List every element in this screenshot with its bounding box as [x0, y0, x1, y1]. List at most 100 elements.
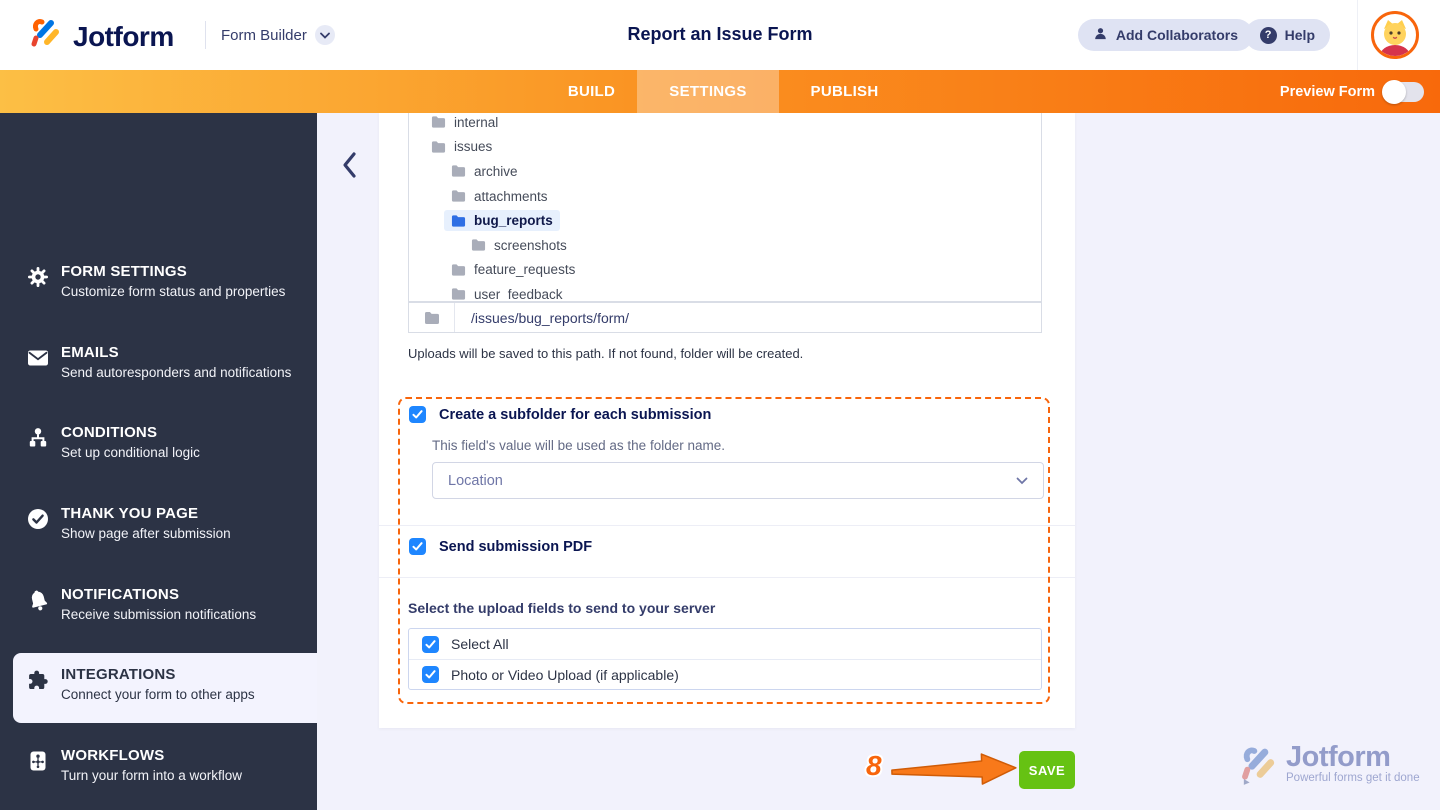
help-label: Help — [1284, 27, 1315, 43]
send-pdf-row: Send submission PDF — [409, 538, 592, 555]
watermark-brand: Jotform — [1286, 741, 1391, 773]
puzzle-icon — [26, 668, 50, 692]
sidebar-item-desc: Turn your form into a workflow — [61, 768, 243, 783]
folder-icon — [451, 263, 466, 277]
sidebar-item-title: WORKFLOWS — [61, 747, 165, 764]
tree-item-label: issues — [454, 139, 493, 155]
tree-item-label: feature_requests — [474, 262, 576, 278]
tree-item-label: archive — [474, 163, 518, 179]
folder-icon — [431, 115, 446, 129]
header-right-divider — [1357, 0, 1358, 70]
sidebar-item-form-settings[interactable]: FORM SETTINGS Customize form status and p… — [0, 250, 317, 320]
add-collaborators-button[interactable]: Add Collaborators — [1077, 19, 1253, 51]
photo-video-upload-row[interactable]: Photo or Video Upload (if applicable) — [409, 659, 1041, 689]
chevron-down-icon — [1016, 472, 1028, 490]
folder-icon — [451, 287, 466, 301]
path-folder-icon — [409, 303, 455, 332]
sidebar-item-title: EMAILS — [61, 344, 119, 361]
select-all-row[interactable]: Select All — [409, 629, 1041, 659]
photo-video-upload-label[interactable]: Photo or Video Upload (if applicable) — [451, 667, 679, 683]
workflow-icon — [26, 749, 50, 773]
person-icon — [1093, 26, 1108, 44]
save-button[interactable]: SAVE — [1019, 751, 1075, 789]
sidebar-item-desc: Customize form status and properties — [61, 284, 286, 299]
sidebar-item-notifications[interactable]: NOTIFICATIONS Receive submission notifica… — [0, 573, 317, 643]
sidebar-item-desc: Show page after submission — [61, 526, 231, 541]
create-subfolder-row: Create a subfolder for each submission — [409, 406, 711, 423]
help-icon: ? — [1259, 26, 1277, 44]
gear-icon — [26, 265, 50, 289]
sidebar-item-desc: Send autoresponders and notifications — [61, 365, 292, 380]
create-subfolder-label[interactable]: Create a subfolder for each submission — [439, 407, 711, 423]
tree-item-label: internal — [454, 114, 499, 130]
tree-item-bug-reports[interactable]: bug_reports — [409, 208, 1041, 233]
subfolder-hint: This field's value will be used as the f… — [432, 438, 725, 453]
sidebar-item-integrations[interactable]: INTEGRATIONS Connect your form to other a… — [13, 653, 317, 723]
upload-fields-list: Select All Photo or Video Upload (if app… — [408, 628, 1042, 690]
collapse-panel-button[interactable] — [340, 150, 364, 182]
preview-form-toggle[interactable] — [1382, 79, 1424, 104]
tree-item-feature-requests[interactable]: feature_requests — [409, 258, 1041, 283]
tab-publish[interactable]: PUBLISH — [779, 70, 910, 113]
sidebar-item-conditions[interactable]: CONDITIONS Set up conditional logic — [0, 411, 317, 481]
tree-item-attachments[interactable]: attachments — [409, 184, 1041, 209]
sidebar-item-desc: Receive submission notifications — [61, 607, 257, 622]
toggle-knob — [1382, 79, 1406, 104]
sidebar-item-title: NOTIFICATIONS — [61, 586, 180, 603]
annotation-arrow — [889, 750, 1018, 795]
annotation-step-8: 8 — [866, 750, 882, 781]
section-divider — [379, 577, 1075, 578]
tree-item-label: screenshots — [494, 237, 567, 253]
sitemap-icon — [26, 426, 50, 450]
sidebar-item-workflows[interactable]: WORKFLOWS Turn your form into a workflow — [0, 734, 317, 804]
settings-sidebar: FORM SETTINGS Customize form status and p… — [0, 113, 317, 810]
help-button[interactable]: ? Help — [1244, 19, 1330, 51]
sidebar-item-desc: Set up conditional logic — [61, 445, 200, 460]
send-pdf-checkbox[interactable] — [409, 538, 426, 555]
folder-icon — [451, 164, 466, 178]
app-header: Jotform Form Builder Report an Issue For… — [0, 0, 1440, 70]
sidebar-item-title: THANK YOU PAGE — [61, 505, 199, 522]
create-subfolder-checkbox[interactable] — [409, 406, 426, 423]
tab-build[interactable]: BUILD — [546, 70, 637, 113]
builder-navbar: BUILD SETTINGS PUBLISH Preview Form — [0, 70, 1440, 113]
sidebar-item-title: INTEGRATIONS — [61, 666, 176, 683]
folder-icon — [431, 140, 446, 154]
sidebar-item-emails[interactable]: EMAILS Send autoresponders and notificati… — [0, 331, 317, 401]
upload-fields-heading: Select the upload fields to send to your… — [408, 600, 716, 616]
tree-item-issues[interactable]: issues — [409, 135, 1041, 160]
folder-icon — [451, 189, 466, 203]
select-all-label[interactable]: Select All — [451, 636, 509, 652]
sidebar-item-title: CONDITIONS — [61, 424, 158, 441]
check-circle-icon — [26, 507, 50, 531]
photo-video-upload-checkbox[interactable] — [422, 666, 439, 683]
form-builder-page: Jotform Form Builder Report an Issue For… — [0, 0, 1440, 810]
send-pdf-label[interactable]: Send submission PDF — [439, 539, 592, 555]
tree-item-user-feedback[interactable]: user_feedback — [409, 282, 1041, 302]
watermark-tagline: Powerful forms get it done — [1286, 772, 1420, 784]
tree-item-internal[interactable]: internal — [409, 113, 1041, 135]
dropdown-selected-value: Location — [448, 472, 503, 489]
sidebar-item-title: FORM SETTINGS — [61, 263, 187, 280]
upload-path-input[interactable] — [455, 303, 1041, 332]
integration-settings-card: internal issues archive attachments bug_… — [379, 113, 1075, 728]
folder-icon-selected — [451, 214, 466, 228]
sidebar-item-desc: Connect your form to other apps — [61, 687, 255, 702]
upload-path-row — [408, 302, 1042, 333]
select-all-checkbox[interactable] — [422, 635, 439, 653]
user-avatar[interactable] — [1371, 11, 1419, 59]
tree-item-archive[interactable]: archive — [409, 159, 1041, 184]
section-divider — [379, 525, 1075, 526]
tree-item-label: user_feedback — [474, 286, 563, 302]
tab-settings[interactable]: SETTINGS — [637, 70, 779, 113]
tree-item-label: bug_reports — [474, 213, 553, 229]
tree-item-screenshots[interactable]: screenshots — [409, 233, 1041, 258]
bell-icon — [26, 588, 50, 612]
sidebar-item-thank-you-page[interactable]: THANK YOU PAGE Show page after submission — [0, 492, 317, 562]
folder-tree: internal issues archive attachments bug_… — [408, 113, 1042, 302]
tree-item-label: attachments — [474, 188, 548, 204]
folder-name-field-dropdown[interactable]: Location — [432, 462, 1044, 499]
preview-form-control: Preview Form — [1280, 70, 1424, 113]
envelope-icon — [26, 346, 50, 370]
upload-path-hint: Uploads will be saved to this path. If n… — [408, 346, 804, 361]
